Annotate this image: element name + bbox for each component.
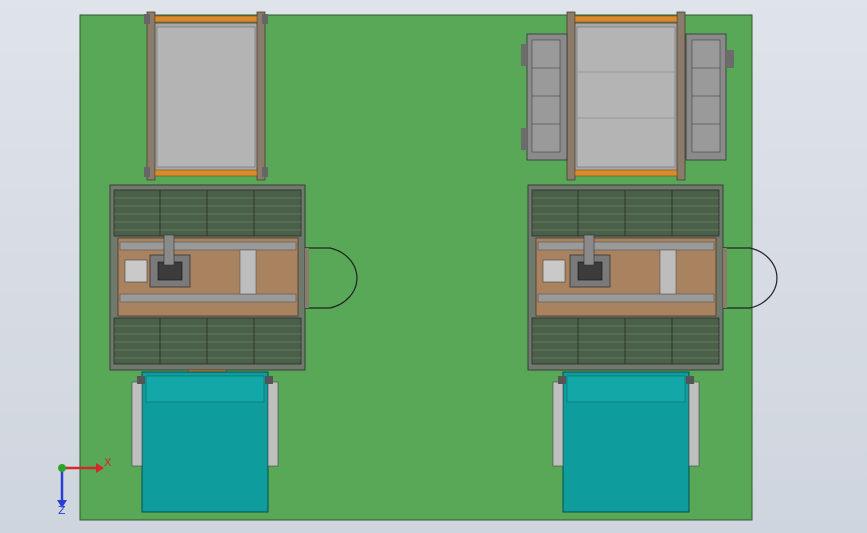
x-axis-label: X [104, 456, 112, 469]
z-axis-label: Z [58, 504, 66, 517]
cart-left[interactable] [131, 371, 279, 513]
cart-right[interactable] [552, 371, 700, 513]
rack-right[interactable] [521, 11, 734, 181]
rack-left[interactable] [144, 11, 268, 181]
viewport-canvas[interactable]: X Z [0, 0, 867, 533]
rack-right-side-unit-left [521, 33, 568, 161]
cad-viewport[interactable]: X Z [0, 0, 867, 533]
triad-origin [58, 464, 66, 472]
